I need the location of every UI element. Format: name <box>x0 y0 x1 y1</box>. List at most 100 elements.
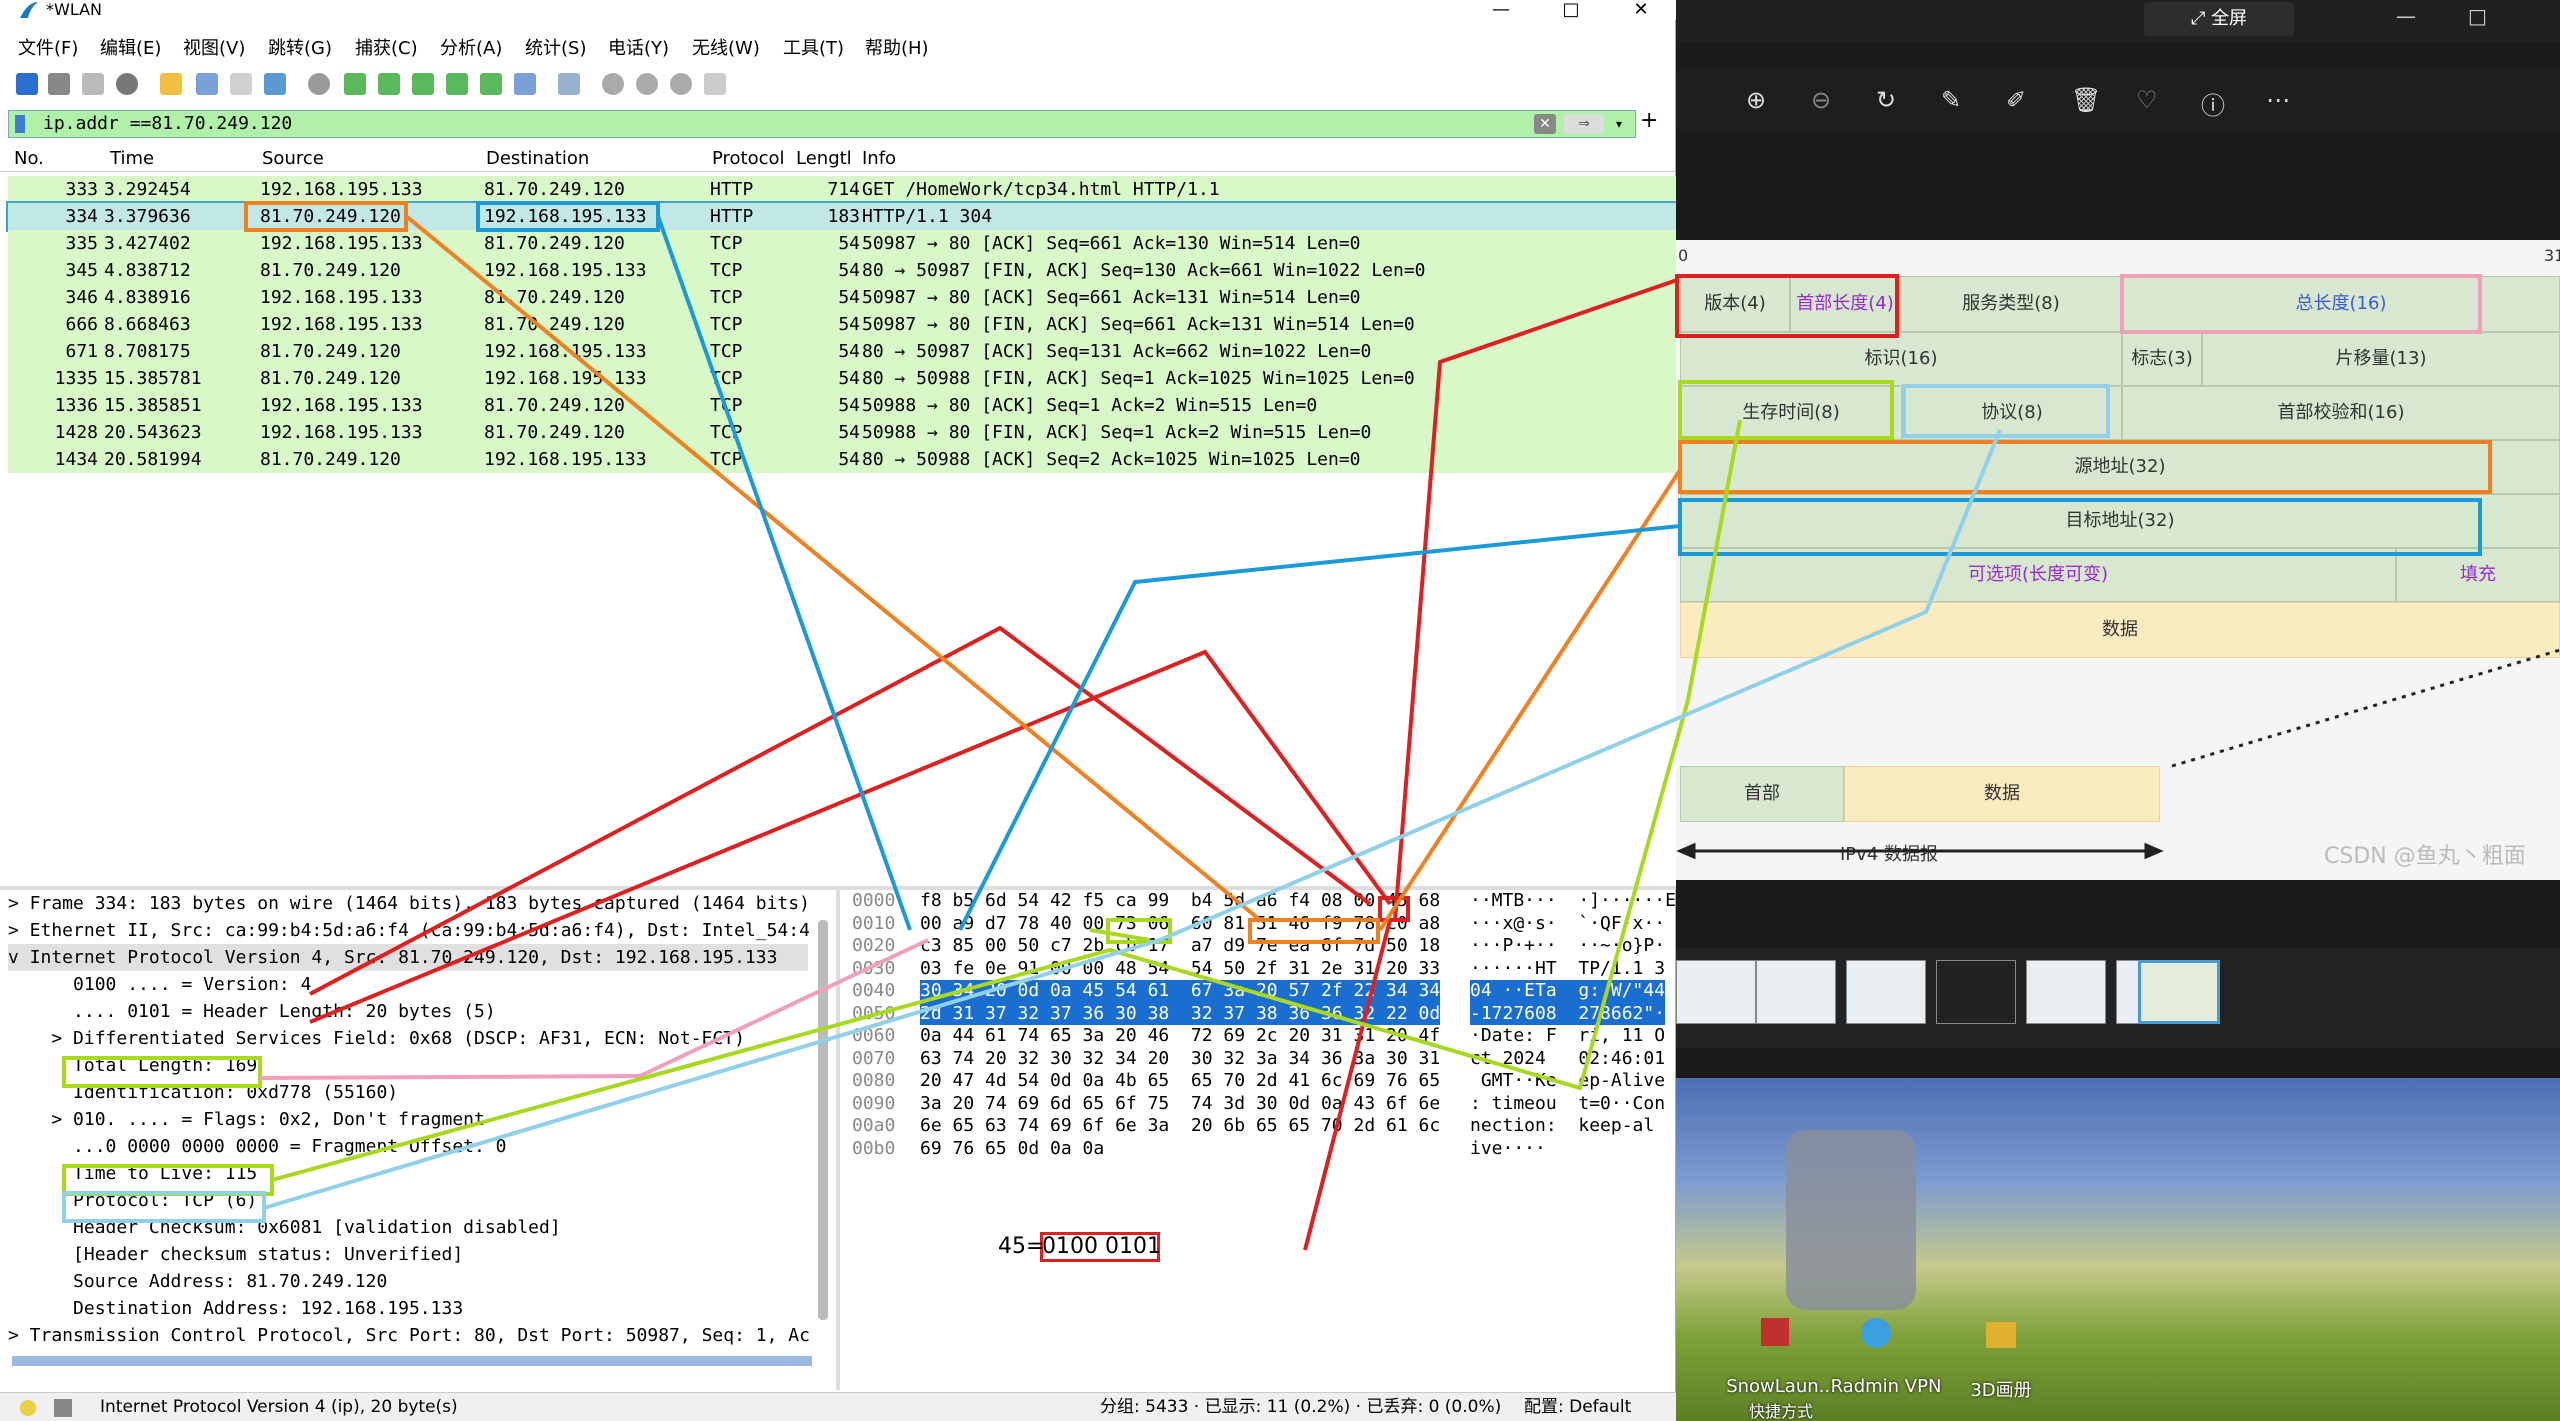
detail-line[interactable]: > 010. .... = Flags: 0x2, Don't fragment <box>8 1106 484 1133</box>
minimize-button[interactable]: — <box>1490 0 1512 20</box>
packet-row[interactable]: 346 4.838916 192.168.195.133 81.70.249.120 T… <box>8 284 1676 311</box>
thumbnail[interactable] <box>1676 960 1756 1024</box>
3d-album-icon[interactable] <box>1986 1322 2016 1348</box>
viewer-minimize-icon[interactable]: — <box>2396 4 2416 28</box>
capture-options-icon[interactable] <box>116 73 138 95</box>
hex-ascii[interactable]: ··MTB··· ·]······Eh <box>1470 890 1687 913</box>
hex-bytes[interactable]: 6e 65 63 74 69 6f 6e 3a 20 6b 65 65 70 2… <box>920 1115 1440 1138</box>
hex-bytes[interactable]: 30 34 20 0d 0a 45 54 61 67 3a 20 57 2f 2… <box>920 980 1441 1003</box>
edit-image-icon[interactable]: ✎ <box>1941 86 1961 114</box>
fullscreen-button[interactable]: ⤢ 全屏 <box>2144 2 2294 36</box>
packet-row[interactable]: 1336 15.385851 192.168.195.133 81.70.249.12… <box>8 392 1676 419</box>
snowlauncher-icon[interactable] <box>1761 1318 1789 1346</box>
menu-edit[interactable]: 编辑(E) <box>100 34 161 64</box>
status-profile[interactable]: 配置: Default <box>1524 1393 1631 1421</box>
thumbnail[interactable] <box>2026 960 2106 1024</box>
hex-ascii[interactable]: ive···· <box>1470 1138 1546 1161</box>
detail-line[interactable]: 0100 .... = Version: 4 <box>8 971 311 998</box>
menu-view[interactable]: 视图(V) <box>183 34 245 64</box>
thumbnail[interactable] <box>1756 960 1836 1024</box>
detail-line[interactable]: ...0 0000 0000 0000 = Fragment Offset: 0 <box>8 1133 506 1160</box>
detail-line[interactable]: > Differentiated Services Field: 0x68 (D… <box>8 1025 745 1052</box>
detail-line[interactable]: v Internet Protocol Version 4, Src: 81.7… <box>8 944 808 971</box>
menu-statistics[interactable]: 统计(S) <box>525 34 586 64</box>
favorite-icon[interactable]: ♡ <box>2136 86 2158 114</box>
hex-ascii[interactable]: ···P·+·· ··~·o}P· <box>1470 935 1665 958</box>
menu-file[interactable]: 文件(F) <box>18 34 78 64</box>
apply-filter-icon[interactable]: ⇒ <box>1564 114 1604 134</box>
col-destination[interactable]: Destination <box>486 146 589 172</box>
hex-ascii[interactable]: 04 ··ETa g: W/"44 <box>1470 980 1666 1003</box>
expert-info-icon[interactable] <box>20 1400 36 1416</box>
col-source[interactable]: Source <box>262 146 324 172</box>
thumbnail-selected[interactable] <box>2138 960 2220 1024</box>
packet-row[interactable]: 334 3.379636 81.70.249.120 192.168.195.133 H… <box>6 201 1678 232</box>
go-to-packet-icon[interactable] <box>412 73 434 95</box>
detail-line[interactable]: Time to Live: 115 <box>8 1160 257 1187</box>
resize-columns-icon[interactable] <box>704 73 726 95</box>
desktop-shortcut-label[interactable]: 3D画册 <box>1956 1376 2046 1402</box>
more-icon[interactable]: ⋯ <box>2266 86 2290 114</box>
detail-line[interactable]: Source Address: 81.70.249.120 <box>8 1268 387 1295</box>
reload-icon[interactable] <box>264 73 286 95</box>
detail-line[interactable]: .... 0101 = Header Length: 20 bytes (5) <box>8 998 496 1025</box>
hex-ascii[interactable]: ······HT TP/1.1 3 <box>1470 958 1665 981</box>
detail-line[interactable]: Identification: 0xd778 (55160) <box>8 1079 398 1106</box>
colorize-icon[interactable] <box>558 73 580 95</box>
hex-ascii[interactable]: ct 2024 02:46:01 <box>1470 1048 1665 1071</box>
pane-splitter-vertical[interactable] <box>836 890 840 1390</box>
desktop-shortcut-label[interactable]: Radmin VPN <box>1826 1376 1946 1397</box>
hex-bytes[interactable]: c3 85 00 50 c7 2b cb 17 a7 d9 7e ea 6f 7… <box>920 935 1440 958</box>
detail-line[interactable]: Protocol: TCP (6) <box>8 1187 257 1214</box>
hex-bytes[interactable]: f8 b5 6d 54 42 f5 ca 99 b4 5d a6 f4 08 0… <box>920 890 1440 913</box>
normal-size-icon[interactable] <box>670 73 692 95</box>
desktop-shortcut-label[interactable]: SnowLaun... <box>1726 1376 1836 1397</box>
display-filter-bar[interactable]: ip.addr ==81.70.249.120 ✕ ⇒ ▾ <box>8 110 1636 138</box>
col-no[interactable]: No. <box>14 146 44 172</box>
hex-ascii[interactable]: -1727608 278662"· <box>1470 1002 1666 1025</box>
stop-capture-icon[interactable] <box>48 73 70 95</box>
rotate-icon[interactable]: ↻ <box>1876 86 1896 114</box>
maximize-button[interactable]: □ <box>1560 0 1582 20</box>
add-filter-button[interactable]: + <box>1640 108 1658 133</box>
hex-ascii[interactable]: ·Date: F ri, 11 O <box>1470 1025 1665 1048</box>
find-packet-icon[interactable] <box>308 73 330 95</box>
packet-row[interactable]: 1428 20.543623 192.168.195.133 81.70.249.12… <box>8 419 1676 446</box>
hex-bytes[interactable]: 20 47 4d 54 0d 0a 4b 65 65 70 2d 41 6c 6… <box>920 1070 1440 1093</box>
hex-bytes[interactable]: 0a 44 61 74 65 3a 20 46 72 69 2c 20 31 3… <box>920 1025 1440 1048</box>
hex-ascii[interactable]: : timeou t=0··Con <box>1470 1093 1665 1116</box>
col-length[interactable]: Lengtl <box>796 146 852 172</box>
go-forward-icon[interactable] <box>378 73 400 95</box>
details-hscrollbar[interactable] <box>12 1356 812 1366</box>
close-file-icon[interactable] <box>230 73 252 95</box>
hex-bytes[interactable]: 00 a9 d7 78 40 00 73 06 60 81 51 46 f9 7… <box>920 913 1440 936</box>
col-info[interactable]: Info <box>862 146 896 172</box>
thumbnail[interactable] <box>1936 960 2016 1024</box>
zoom-out-icon[interactable] <box>636 73 658 95</box>
menu-go[interactable]: 跳转(G) <box>268 34 332 64</box>
hex-bytes[interactable]: 63 74 20 32 30 32 34 20 30 32 3a 34 36 3… <box>920 1048 1440 1071</box>
radmin-vpn-icon[interactable] <box>1861 1318 1891 1348</box>
edit-comment-icon[interactable] <box>54 1399 72 1417</box>
thumbnail[interactable] <box>1846 960 1926 1024</box>
detail-line[interactable]: [Header checksum status: Unverified] <box>8 1241 463 1268</box>
zoom-in-icon[interactable]: ⊕ <box>1746 86 1766 114</box>
hex-bytes[interactable]: 69 76 65 0d 0a 0a <box>920 1138 1104 1161</box>
zoom-out-icon[interactable]: ⊖ <box>1811 86 1831 114</box>
hex-bytes[interactable]: 03 fe 0e 91 00 00 48 54 54 50 2f 31 2e 3… <box>920 958 1440 981</box>
detail-line[interactable]: Destination Address: 192.168.195.133 <box>8 1295 463 1322</box>
packet-row[interactable]: 335 3.427402 192.168.195.133 81.70.249.120 T… <box>8 230 1676 257</box>
menu-capture[interactable]: 捕获(C) <box>355 34 418 64</box>
filter-input[interactable]: ip.addr ==81.70.249.120 <box>43 111 292 137</box>
col-protocol[interactable]: Protocol <box>712 146 785 172</box>
close-button[interactable]: ✕ <box>1630 0 1652 20</box>
first-packet-icon[interactable] <box>446 73 468 95</box>
draw-icon[interactable]: ✐ <box>2006 86 2026 114</box>
restart-capture-icon[interactable] <box>82 73 104 95</box>
packet-row[interactable]: 1434 20.581994 81.70.249.120 192.168.195.13… <box>8 446 1676 473</box>
menu-analyze[interactable]: 分析(A) <box>440 34 502 64</box>
packet-row[interactable]: 345 4.838712 81.70.249.120 192.168.195.133 T… <box>8 257 1676 284</box>
packet-row[interactable]: 666 8.668463 192.168.195.133 81.70.249.120 T… <box>8 311 1676 338</box>
viewer-maximize-icon[interactable]: □ <box>2468 4 2487 28</box>
last-packet-icon[interactable] <box>480 73 502 95</box>
